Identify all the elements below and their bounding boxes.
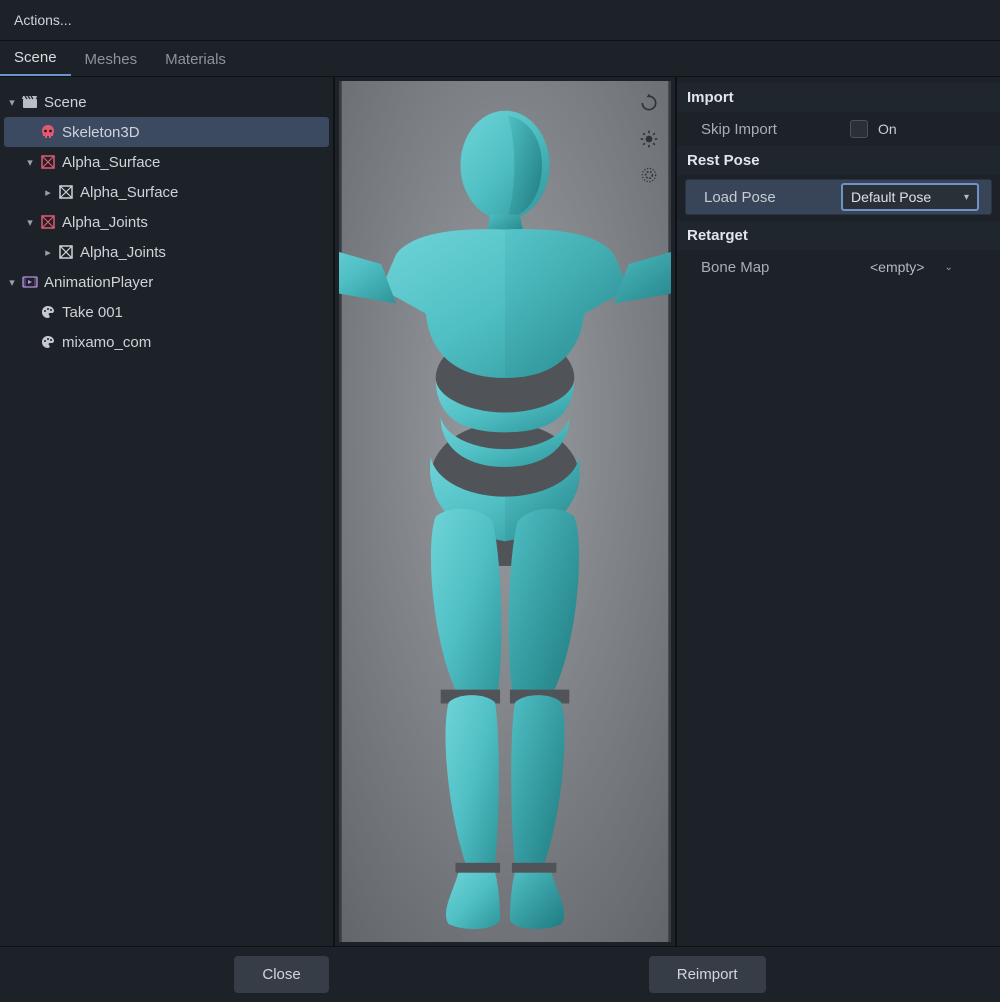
bone-map-select[interactable]: <empty> ⌄ — [850, 259, 953, 275]
mesh-icon — [38, 212, 58, 232]
tree-label: Alpha_Joints — [80, 244, 166, 261]
close-button[interactable]: Close — [234, 956, 328, 993]
tree-row-alpha-joints[interactable]: ▾ Alpha_Joints — [4, 207, 329, 237]
environment-icon[interactable] — [635, 161, 663, 189]
tree-label: mixamo_com — [62, 334, 151, 351]
chevron-right-icon[interactable]: ▸ — [40, 186, 56, 199]
viewport-3d[interactable] — [339, 81, 671, 942]
on-label: On — [878, 121, 897, 137]
app-root: Actions... Scene Meshes Materials ▾ Scen… — [0, 0, 1000, 1002]
actions-menu[interactable]: Actions... — [8, 12, 78, 28]
tab-row: Scene Meshes Materials — [0, 41, 1000, 77]
chevron-down-icon[interactable]: ▾ — [22, 156, 38, 169]
chevron-down-icon[interactable]: ▾ — [22, 216, 38, 229]
prop-load-pose: Load Pose Default Pose ▾ — [685, 179, 992, 215]
scene-tree-panel: ▾ Scene Skeleton3D ▾ — [0, 77, 335, 946]
select-value: Default Pose — [851, 189, 931, 205]
palette-icon — [38, 332, 58, 352]
chevron-down-icon: ⌄ — [944, 262, 952, 273]
prop-bone-map: Bone Map <empty> ⌄ — [677, 250, 1000, 284]
dialog-footer: Close Reimport — [0, 946, 1000, 1002]
clapperboard-icon — [20, 92, 40, 112]
palette-icon — [38, 302, 58, 322]
top-menu-bar: Actions... — [0, 0, 1000, 41]
tree-row-alpha-surface[interactable]: ▾ Alpha_Surface — [4, 147, 329, 177]
select-value: <empty> — [870, 259, 924, 275]
mesh-icon — [56, 182, 76, 202]
mesh-icon — [56, 242, 76, 262]
tree-label: Scene — [44, 94, 87, 111]
mesh-icon — [38, 152, 58, 172]
rotate-icon[interactable] — [635, 89, 663, 117]
film-icon — [20, 272, 40, 292]
chevron-down-icon[interactable]: ▾ — [4, 276, 20, 289]
tree-row-scene[interactable]: ▾ Scene — [4, 87, 329, 117]
mannequin-preview — [339, 81, 671, 942]
skull-icon — [38, 122, 58, 142]
reimport-button[interactable]: Reimport — [649, 956, 766, 993]
tree-label: Skeleton3D — [62, 124, 140, 141]
tree-row-skeleton3d[interactable]: Skeleton3D — [4, 117, 329, 147]
prop-label: Skip Import — [687, 121, 850, 138]
tree-label: AnimationPlayer — [44, 274, 153, 291]
tree-row-take001[interactable]: Take 001 — [4, 297, 329, 327]
tree-label: Take 001 — [62, 304, 123, 321]
tree-row-animation-player[interactable]: ▾ AnimationPlayer — [4, 267, 329, 297]
tree-label: Alpha_Surface — [80, 184, 178, 201]
load-pose-select[interactable]: Default Pose ▾ — [841, 183, 979, 211]
tree-row-mixamo[interactable]: mixamo_com — [4, 327, 329, 357]
tree-row-alpha-joints-child[interactable]: ▸ Alpha_Joints — [4, 237, 329, 267]
tab-scene[interactable]: Scene — [0, 41, 71, 76]
section-rest-pose: Rest Pose — [677, 146, 1000, 175]
chevron-down-icon[interactable]: ▾ — [4, 96, 20, 109]
chevron-down-icon: ▾ — [964, 192, 969, 203]
tree-label: Alpha_Joints — [62, 214, 148, 231]
prop-label: Bone Map — [687, 259, 850, 276]
tab-materials[interactable]: Materials — [151, 43, 240, 76]
inspector-panel: Import Skip Import On Rest Pose Load Pos… — [675, 77, 1000, 946]
section-retarget: Retarget — [677, 221, 1000, 250]
chevron-right-icon[interactable]: ▸ — [40, 246, 56, 259]
tree-row-alpha-surface-child[interactable]: ▸ Alpha_Surface — [4, 177, 329, 207]
tree-label: Alpha_Surface — [62, 154, 160, 171]
tab-meshes[interactable]: Meshes — [71, 43, 152, 76]
scene-tree: ▾ Scene Skeleton3D ▾ — [0, 83, 333, 361]
viewport-toolbar — [635, 89, 663, 189]
sun-icon[interactable] — [635, 125, 663, 153]
section-import: Import — [677, 83, 1000, 112]
prop-skip-import: Skip Import On — [677, 112, 1000, 146]
skip-import-checkbox[interactable] — [850, 120, 868, 138]
prop-label: Load Pose — [696, 189, 841, 206]
main-content: ▾ Scene Skeleton3D ▾ — [0, 77, 1000, 946]
